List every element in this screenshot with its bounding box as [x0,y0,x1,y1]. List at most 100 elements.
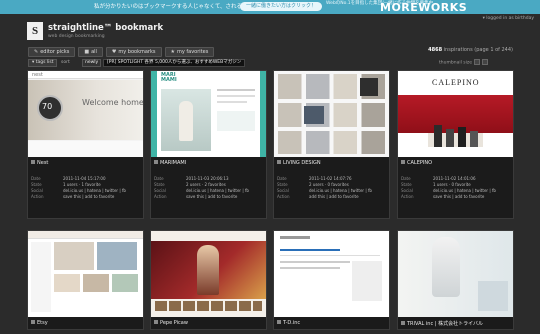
square-icon: ■ [84,49,90,55]
card-title-text: Etsy [37,320,48,326]
action-label: Action [154,194,167,199]
screenshot-living-design[interactable] [274,71,389,157]
banner-logo[interactable]: MOREWORKS [380,1,467,14]
screenshot-trival[interactable] [398,231,513,317]
toolbar: ▾ tags list sort newly [PR] SPOTLIGHT 各界… [28,59,515,67]
tab-all[interactable]: ■ all [78,47,103,57]
social-label: Social [277,188,289,193]
bookmark-card[interactable]: Etsy [27,230,144,330]
tab-label: all [91,49,97,55]
favicon-icon [154,160,158,164]
action-label: Action [401,194,414,199]
tab-label: editor picks [40,49,70,55]
card-title[interactable]: Etsy [31,320,48,326]
calepino-brand: CALEPINO [432,78,480,87]
bookmark-card[interactable]: CALEPINO CALEPINO Date 2011-11-02 14:01:0… [397,70,514,219]
screenshot-pepe[interactable] [151,231,266,317]
count-rest: inspirations (page 1 of 244) [443,47,513,53]
date-value: 2011-11-02 14:07:76 [309,176,352,181]
card-title-text: MARIMAMI [160,160,187,166]
card-title-text: LIVING DESIGN [283,160,321,166]
card-title[interactable]: LIVING DESIGN [277,160,321,166]
banner-cta-button[interactable]: 一緒に働きたい方はクリック！ [240,2,323,11]
screenshot-td-inc[interactable] [274,231,389,317]
card-title[interactable]: MARIMAMI [154,160,186,166]
action-label: Action [31,194,44,199]
screenshot-nest[interactable]: nest 70 Welcome home [28,71,143,157]
tab-editor-picks[interactable]: ✎ editor picks [28,47,76,57]
pr-link[interactable]: [PR] SPOTLIGHT 各界 5,000人から選ぶ、おすすめWEBマガジン [103,59,246,67]
screenshot-marimami[interactable]: MARI MAMI [151,71,266,157]
tab-label: my favorites [176,49,209,55]
star-icon: ★ [170,49,175,55]
date-value: 2011-11-04 15:17:00 [63,176,106,181]
count-number: 4868 [428,47,443,53]
bookmark-card[interactable]: T-D.inc [273,230,390,330]
card-title-text: CALEPINO [407,160,433,166]
card-title[interactable]: Nest [31,160,48,166]
screenshot-etsy[interactable] [28,231,143,317]
login-status[interactable]: ▾ logged in as birthday [483,16,534,21]
state-value: 1 users · 1 favorite [63,182,101,187]
ad-banner[interactable]: 私が分かりたいのはブックマークする人じゃなくて、される人。 一緒に働きたい方はク… [0,0,540,14]
action-links[interactable]: add this | add to favorite [309,194,359,199]
card-title[interactable]: T-D.inc [277,320,300,326]
date-value: 2011-11-02 14:01:06 [433,176,476,181]
social-links[interactable]: del.icio.us | hatena | twitter | fb [433,188,496,193]
action-links[interactable]: save this | add to favorite [186,194,237,199]
action-links[interactable]: save this | add to favorite [63,194,114,199]
social-links[interactable]: del.icio.us | hatena | twitter | fb [309,188,372,193]
action-label: Action [277,194,290,199]
social-links[interactable]: del.icio.us | hatena | twitter | fb [186,188,249,193]
thumbnail-size-label: thumbnail size [439,60,472,66]
bookmark-card[interactable]: Pepe Picaw [150,230,267,330]
favicon-icon [31,320,35,324]
social-label: Social [401,188,413,193]
site-title[interactable]: straightline™ bookmark [48,23,163,33]
state-value: 2 users · 2 favorites [186,182,226,187]
state-value: 1 users · 0 favorite [433,182,471,187]
nest-heading: Welcome home [82,98,143,107]
site-logo[interactable]: S [27,22,43,40]
heart-icon: ♥ [111,49,117,55]
social-label: Social [154,188,166,193]
favicon-icon [277,320,281,324]
card-title[interactable]: Pepe Picaw [154,320,188,326]
thumbnail-large-button[interactable] [482,59,488,65]
card-meta: Date 2011-11-03 20:06:13 State 2 users · 2… [154,176,266,200]
pencil-icon: ✎ [34,49,39,55]
tab-my-favorites[interactable]: ★ my favorites [164,47,215,57]
state-label: State [154,182,165,187]
state-label: State [277,182,288,187]
favicon-icon [277,160,281,164]
card-title[interactable]: CALEPINO [401,160,432,166]
card-title[interactable]: TRIVAL inc | 株式会社トライバル [401,320,483,327]
state-label: State [31,182,42,187]
card-title-text: TRIVAL inc | 株式会社トライバル [407,321,483,327]
bookmark-card[interactable]: nest 70 Welcome home Nest Date 2011-11-04… [27,70,144,219]
favicon-icon [401,321,405,325]
sort-label: sort [61,60,70,65]
social-links[interactable]: del.icio.us | hatena | twitter | fb [63,188,126,193]
card-title-text: T-D.inc [283,320,301,326]
sort-select[interactable]: newly [82,59,102,67]
tab-my-bookmarks[interactable]: ♥ my bookmarks [105,47,162,57]
bookmark-card[interactable]: MARI MAMI MARIMAMI Date 2011-11-03 20:06:… [150,70,267,219]
date-value: 2011-11-03 20:06:13 [186,176,229,181]
card-title-text: Nest [37,160,49,166]
social-label: Social [31,188,43,193]
bookmark-card[interactable]: TRIVAL inc | 株式会社トライバル [397,230,514,330]
tab-label: my bookmarks [118,49,156,55]
bookmark-card[interactable]: LIVING DESIGN Date 2011-11-02 14:07:76 St… [273,70,390,219]
inspiration-count: 4868 inspirations (page 1 of 244) [428,47,513,53]
nest-brand: nest [32,72,43,78]
thumbnail-small-button[interactable] [474,59,480,65]
date-label: Date [401,176,411,181]
date-label: Date [277,176,287,181]
card-meta: Date 2011-11-04 15:17:00 State 1 users · 1… [31,176,143,200]
nest-temp: 70 [42,102,53,111]
tags-list-button[interactable]: ▾ tags list [28,59,58,67]
favicon-icon [154,320,158,324]
action-links[interactable]: save this | add to favorite [433,194,484,199]
screenshot-calepino[interactable]: CALEPINO [398,71,513,157]
